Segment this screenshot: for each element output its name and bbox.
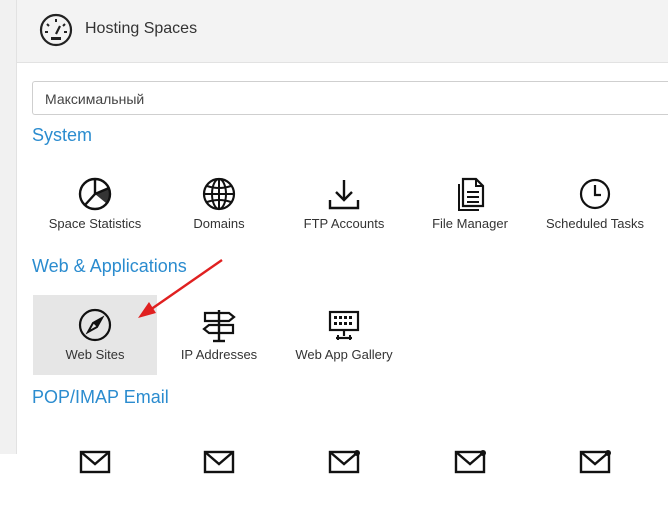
tile-space-statistics[interactable]: Space Statistics xyxy=(33,164,157,244)
envelope-icon xyxy=(201,438,237,474)
tile-email-2[interactable] xyxy=(157,426,281,506)
tile-scheduled-tasks[interactable]: Scheduled Tasks xyxy=(533,164,657,244)
envelope-icon xyxy=(577,438,613,474)
left-sidebar-strip xyxy=(0,0,17,454)
tile-web-sites[interactable]: Web Sites xyxy=(33,295,157,375)
envelope-icon xyxy=(452,438,488,474)
tile-label: FTP Accounts xyxy=(303,216,385,231)
tile-file-manager[interactable]: File Manager xyxy=(408,164,532,244)
tile-label: Domains xyxy=(193,216,245,231)
signpost-icon xyxy=(201,307,237,343)
tile-label: Web App Gallery xyxy=(295,347,393,362)
tile-domains[interactable]: Domains xyxy=(157,164,281,244)
file-icon xyxy=(452,176,488,212)
tile-email-1[interactable] xyxy=(33,426,157,506)
compass-icon xyxy=(77,307,113,343)
tile-email-3[interactable] xyxy=(282,426,406,506)
tile-email-5[interactable] xyxy=(533,426,657,506)
hosting-plan-select[interactable]: Максимальный xyxy=(32,81,668,115)
globe-icon xyxy=(201,176,237,212)
envelope-icon xyxy=(77,438,113,474)
tile-label: File Manager xyxy=(432,216,508,231)
hosting-plan-select-value: Максимальный xyxy=(45,91,145,107)
section-title-web-applications: Web & Applications xyxy=(32,256,187,276)
page-header: Hosting Spaces xyxy=(17,0,668,63)
pie-chart-icon xyxy=(77,176,113,212)
download-icon xyxy=(326,176,362,212)
section-title-system: System xyxy=(32,125,93,145)
tile-ftp-accounts[interactable]: FTP Accounts xyxy=(282,164,406,244)
tile-email-4[interactable] xyxy=(408,426,532,506)
tile-web-app-gallery[interactable]: Web App Gallery xyxy=(282,295,406,375)
tile-label: Web Sites xyxy=(65,347,125,362)
clock-icon xyxy=(577,176,613,212)
tile-ip-addresses[interactable]: IP Addresses xyxy=(157,295,281,375)
section-title-pop-imap-email: POP/IMAP Email xyxy=(32,387,169,407)
monitor-keyboard-icon xyxy=(326,307,362,343)
tile-label: Scheduled Tasks xyxy=(545,216,645,231)
tile-label: Space Statistics xyxy=(48,216,142,231)
dashboard-gauge-icon xyxy=(39,13,73,47)
tile-label: IP Addresses xyxy=(180,347,258,362)
envelope-icon xyxy=(326,438,362,474)
page-title: Hosting Spaces xyxy=(85,20,198,37)
